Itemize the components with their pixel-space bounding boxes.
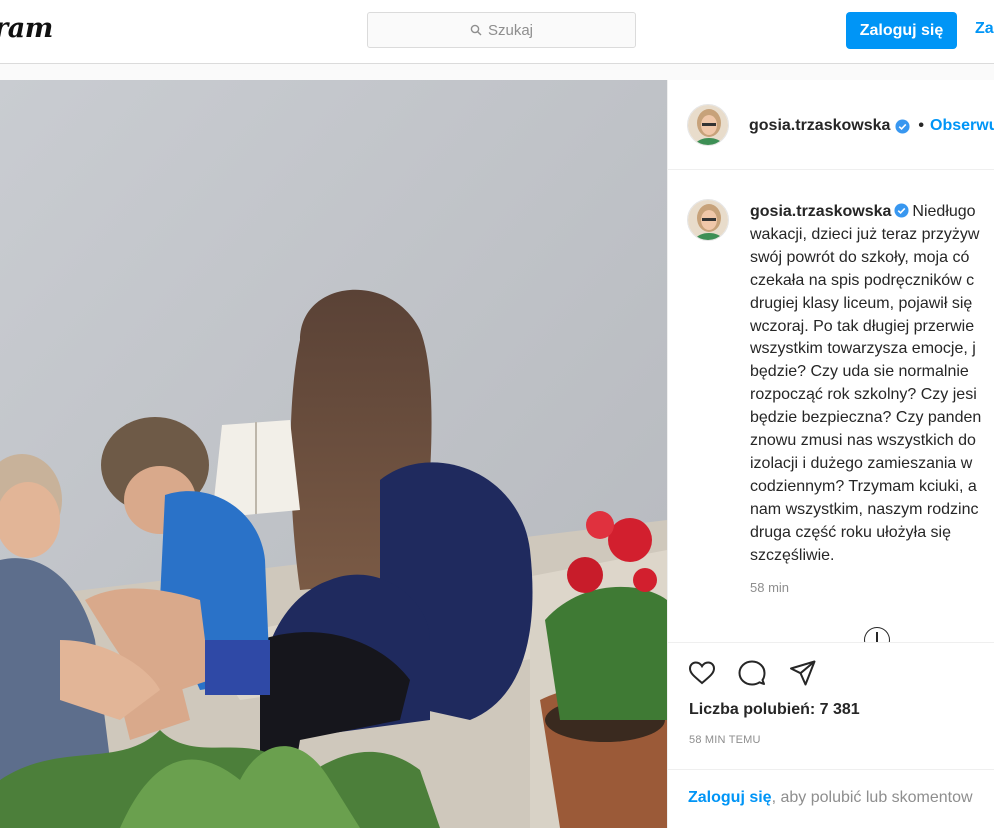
post-author: gosia.trzaskowska • Obserwu — [749, 117, 994, 135]
search-input[interactable]: Szukaj — [367, 12, 636, 48]
comment-icon[interactable] — [737, 658, 767, 688]
avatar-image — [688, 200, 728, 240]
post-actions: Liczba polubień: 7 381 58 MIN TEMU Zalog… — [668, 642, 994, 828]
login-button[interactable]: Zaloguj się — [846, 12, 957, 49]
post-photo[interactable] — [0, 80, 667, 828]
follow-button[interactable]: Obserwu — [930, 117, 994, 135]
login-prompt-rest: , aby polubić lub skomentow — [771, 789, 973, 806]
caption-line: szczęśliwie. — [750, 546, 835, 564]
caption-line: drugiej klasy liceum, pojawił się — [750, 294, 973, 312]
post-container: gosia.trzaskowska • Obserwu gosia.trzask… — [0, 80, 994, 828]
likes-count[interactable]: Liczba polubień: 7 381 — [689, 701, 860, 719]
author-username[interactable]: gosia.trzaskowska — [749, 117, 890, 135]
verified-icon — [895, 118, 910, 134]
caption-line: rozpocząć rok szkolny? Czy jesi — [750, 386, 977, 404]
avatar[interactable] — [687, 104, 729, 146]
caption-line: będzie bezpieczna? Czy panden — [750, 409, 982, 427]
caption-line: znowu zmusi nas wszystkich do — [750, 432, 976, 450]
caption-line: wszystkim towarzysza emocje, j — [750, 340, 976, 358]
search-icon — [470, 24, 482, 36]
caption-line: izolacji i dużego zamieszania w — [750, 454, 973, 472]
login-prompt-text: Zaloguj się, aby polubić lub skomentow — [688, 789, 973, 807]
caption-username[interactable]: gosia.trzaskowska — [750, 203, 891, 220]
caption-line: gosia.trzaskowska Niedługo — [750, 201, 994, 224]
post-header: gosia.trzaskowska • Obserwu — [668, 80, 994, 170]
caption-line: swój powrót do szkoły, moja có — [750, 248, 970, 266]
instagram-logo[interactable]: ram — [0, 13, 53, 44]
caption-text: Niedługo — [912, 203, 976, 220]
separator-dot: • — [918, 117, 925, 134]
caption-line: codziennym? Trzymam kciuki, a — [750, 477, 977, 495]
post-side-panel: gosia.trzaskowska • Obserwu gosia.trzask… — [667, 80, 994, 828]
register-link[interactable]: Za — [975, 20, 994, 38]
search-placeholder: Szukaj — [487, 21, 534, 39]
top-navigation-bar: ram Szukaj Zaloguj się Za — [0, 0, 994, 64]
verified-icon — [894, 203, 909, 218]
caption-line: wczoraj. Po tak długiej przerwie — [750, 317, 975, 335]
post-photo-image — [0, 80, 667, 828]
avatar-image — [688, 105, 728, 145]
caption-timestamp: 58 min — [750, 580, 790, 595]
caption-line: druga część roku ułożyła się — [750, 523, 951, 541]
login-prompt: Zaloguj się, aby polubić lub skomentow — [668, 769, 994, 828]
heart-icon[interactable] — [687, 658, 717, 688]
caption-avatar[interactable] — [687, 199, 729, 241]
post-caption: gosia.trzaskowska Niedługo wakacji, dziec… — [750, 201, 994, 568]
caption-line: będzie? Czy uda sie normalnie — [750, 363, 969, 381]
caption-line: wakacji, dzieci już teraz przyżyw — [750, 225, 980, 243]
caption-line: nam wszystkim, naszym rodzinc — [750, 500, 979, 518]
share-icon[interactable] — [788, 658, 818, 688]
caption-line: czekała na spis podręczników c — [750, 271, 975, 289]
post-time-ago[interactable]: 58 MIN TEMU — [689, 734, 761, 746]
login-link[interactable]: Zaloguj się — [688, 789, 772, 806]
